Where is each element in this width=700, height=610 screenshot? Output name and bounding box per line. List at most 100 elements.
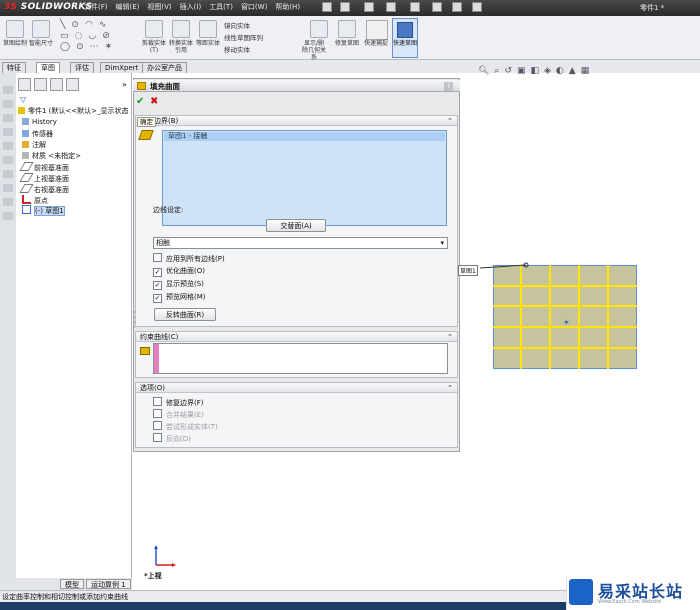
menu-window[interactable]: 窗口(W) <box>241 2 267 12</box>
collapse-icon[interactable]: ⌃ <box>447 383 453 393</box>
toolbar-label-sketch: 草图绘制 <box>3 40 28 47</box>
chevron-right-icon[interactable]: » <box>122 80 127 89</box>
sketch-entity-tools[interactable]: ╲⊙◠∿ ▭◌◡⊘ ◯⊙⋯✶ <box>60 20 140 54</box>
help-icon[interactable]: ? <box>444 82 453 91</box>
repair-sketch-icon[interactable] <box>338 20 356 38</box>
trim-icon[interactable] <box>145 20 163 38</box>
open-icon[interactable] <box>340 2 350 12</box>
relations-icon[interactable] <box>310 20 328 38</box>
alternate-face-button[interactable]: 交替面(A) <box>266 219 326 232</box>
reverse-surface-button[interactable]: 反转曲面(R) <box>154 308 216 321</box>
panel-splitter-handle[interactable]: · · · · <box>133 309 136 332</box>
tree-item-front-plane[interactable]: 前视基准面 <box>19 162 69 173</box>
new-icon[interactable] <box>322 2 332 12</box>
convert-entities-icon[interactable] <box>172 20 190 38</box>
check-icon[interactable]: ✓ <box>153 294 162 303</box>
curvature-control-value: 相触 <box>156 239 170 247</box>
collapse-icon[interactable]: ⌃ <box>447 116 453 126</box>
configuration-icon[interactable] <box>50 78 63 91</box>
linear-pattern-button[interactable]: 线性草图阵列 <box>224 32 263 44</box>
patch-boundary-header[interactable]: 修补边界(B) ⌃ <box>136 116 457 126</box>
strip-icon[interactable] <box>3 156 13 164</box>
boundary-selection-list[interactable] <box>162 130 447 226</box>
menu-edit[interactable]: 编辑(E) <box>116 2 140 12</box>
tab-motion-study[interactable]: 运动算例 1 <box>86 579 131 589</box>
select-icon[interactable] <box>432 2 442 12</box>
optimize-surface-checkbox[interactable]: ✓ 优化曲面(O) <box>153 267 205 277</box>
tree-item-sensors[interactable]: 传感器 <box>22 129 53 139</box>
save-icon[interactable] <box>364 2 374 12</box>
tree-item-history[interactable]: History <box>22 118 57 126</box>
show-preview-checkbox[interactable]: ✓ 显示预览(S) <box>153 280 204 290</box>
apply-all-edges-checkbox[interactable]: 应用到所有边线(P) <box>153 253 225 264</box>
options-header[interactable]: 选项(O) ⌃ <box>136 383 457 393</box>
tab-office-products[interactable]: 办公室产品 <box>142 62 187 73</box>
strip-icon[interactable] <box>3 142 13 150</box>
constraint-curves-list[interactable] <box>153 343 448 374</box>
checkbox-box[interactable] <box>153 397 162 406</box>
collapse-icon[interactable]: ⌃ <box>447 332 453 342</box>
strip-icon[interactable] <box>3 86 13 94</box>
strip-icon[interactable] <box>3 128 13 136</box>
strip-icon[interactable] <box>3 170 13 178</box>
tab-evaluate[interactable]: 评估 <box>70 62 94 73</box>
display-manager-icon[interactable] <box>66 78 79 91</box>
tree-root[interactable]: 零件1 (默认<<默认>_显示状态 <box>18 106 129 116</box>
menu-file[interactable]: 文件(F) <box>84 2 108 12</box>
strip-icon[interactable] <box>3 114 13 122</box>
constraint-curves-title: 约束曲线(C) <box>140 333 179 341</box>
history-icon <box>22 118 29 125</box>
curvature-control-select[interactable]: 相触 ▾ <box>153 237 448 249</box>
tree-item-right-plane[interactable]: 右视基准面 <box>19 184 69 195</box>
smart-dimension-icon[interactable] <box>32 20 50 38</box>
menu-tools[interactable]: 工具(T) <box>209 2 233 12</box>
menu-view[interactable]: 视图(V) <box>147 2 171 12</box>
check-icon[interactable]: ✓ <box>153 268 162 277</box>
property-manager-icon[interactable] <box>34 78 47 91</box>
quick-snap-icon[interactable] <box>366 20 388 40</box>
strip-icon[interactable] <box>3 212 13 220</box>
menu-help[interactable]: 帮助(H) <box>275 2 300 12</box>
rebuild-icon[interactable] <box>452 2 462 12</box>
toolbar-label-offset: 等距实体 <box>196 40 221 47</box>
rapid-sketch-button[interactable]: 快速草图 <box>392 18 418 58</box>
fill-surface-preview[interactable] <box>493 265 637 369</box>
cancel-button[interactable]: ✖ <box>150 96 158 107</box>
tree-item-material[interactable]: 材质 <未指定> <box>22 151 81 161</box>
constraint-curves-header[interactable]: 约束曲线(C) ⌃ <box>136 332 457 342</box>
tooltip: 确定 <box>137 117 156 127</box>
try-form-solid-checkbox: 尝试形成实体(T) <box>153 421 218 432</box>
check-icon[interactable]: ✓ <box>153 281 162 290</box>
boundary-callout[interactable]: 草图1 <box>458 265 478 276</box>
tab-features[interactable]: 特征 <box>2 62 26 73</box>
heads-up-view-toolbar[interactable]: 🔍︎⌕↺▣◧◈◐▲▦ <box>478 66 594 76</box>
strip-icon[interactable] <box>3 184 13 192</box>
tree-item-annotations[interactable]: 注解 <box>22 140 46 150</box>
toolbar-label-convert: 转换实体引用 <box>169 40 194 54</box>
preview-mesh-checkbox[interactable]: ✓ 预览网格(M) <box>153 293 206 303</box>
boundary-list-item[interactable]: 草图1 - 接触 <box>164 132 445 141</box>
tab-sketch[interactable]: 草图 <box>36 62 60 73</box>
move-entities-button[interactable]: 移动实体 <box>224 44 263 56</box>
mesh-line <box>493 285 637 287</box>
tree-item-sketch1[interactable]: (-) 草图1 <box>22 205 65 216</box>
menu-insert[interactable]: 插入(I) <box>180 2 202 12</box>
sketch-icon[interactable] <box>6 20 24 38</box>
strip-icon[interactable] <box>3 198 13 206</box>
offset-icon[interactable] <box>199 20 217 38</box>
filter-icon[interactable]: ▽ <box>20 95 26 104</box>
feature-tree-icon[interactable] <box>18 78 31 91</box>
solidworks-logo[interactable]: 3S SOLIDWORKS <box>4 2 92 12</box>
reference-triad-icon <box>154 545 176 567</box>
mirror-entities-button[interactable]: 镜向实体 <box>224 20 263 32</box>
checkbox-box[interactable] <box>153 253 162 262</box>
tab-dimxpert[interactable]: DimXpert <box>100 62 144 73</box>
ok-button[interactable]: ✔ <box>136 96 144 107</box>
undo-icon[interactable] <box>410 2 420 12</box>
tree-item-top-plane[interactable]: 上视基准面 <box>19 173 69 184</box>
print-icon[interactable] <box>386 2 396 12</box>
fix-up-boundary-checkbox[interactable]: 修复边界(F) <box>153 397 204 408</box>
tab-model[interactable]: 模型 <box>60 579 84 589</box>
options-icon[interactable] <box>472 2 482 12</box>
strip-icon[interactable] <box>3 100 13 108</box>
